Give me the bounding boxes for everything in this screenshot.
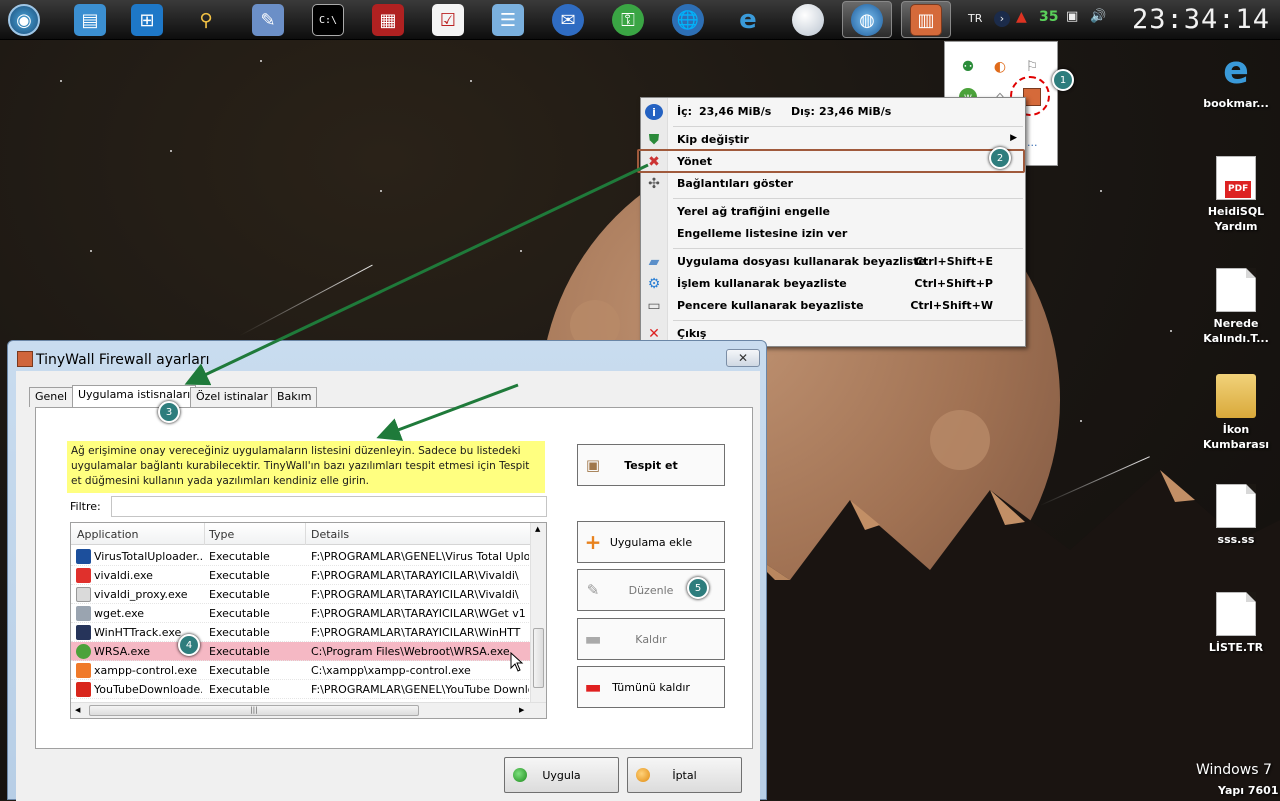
document-icon — [1216, 268, 1256, 312]
pdf-icon: PDF — [1216, 156, 1256, 200]
step-marker: 3 — [158, 401, 180, 423]
step-marker: 2 — [989, 147, 1011, 169]
arrow-to-hint — [376, 383, 519, 441]
step-marker: 4 — [178, 634, 200, 656]
desktop-icon[interactable]: Nerede Kalındı.T... — [1196, 268, 1276, 346]
arrow-to-tab — [184, 163, 649, 386]
folder-icon — [1216, 374, 1256, 418]
annotation-arrows — [184, 163, 649, 441]
step-marker: 1 — [1052, 69, 1074, 91]
desktop-icon-label: İkon Kumbarası — [1202, 423, 1270, 451]
desktop-icon-label: LİSTE.TR — [1208, 641, 1264, 654]
document-icon — [1216, 592, 1256, 636]
desktop-icon[interactable]: e bookmar... — [1196, 48, 1276, 111]
desktop-icon[interactable]: İkon Kumbarası — [1196, 374, 1276, 452]
ie-icon: e — [1223, 48, 1249, 92]
desktop-icon[interactable]: PDF HeidiSQL Yardım — [1196, 156, 1276, 234]
step-marker: 5 — [687, 577, 709, 599]
desktop-icon-label: sss.ss — [1217, 533, 1255, 546]
document-icon — [1216, 484, 1256, 528]
desktop-icon-label: HeidiSQL Yardım — [1207, 205, 1265, 233]
pdf-badge: PDF — [1225, 181, 1252, 198]
desktop-icon-label: bookmar... — [1203, 97, 1269, 110]
desktop-icon[interactable]: sss.ss — [1196, 484, 1276, 547]
os-build: Yapı 7601 — [1218, 784, 1279, 797]
desktop-icon[interactable]: LİSTE.TR — [1196, 592, 1276, 655]
desktop-icon-label: Nerede Kalındı.T... — [1203, 317, 1269, 345]
os-name: Windows 7 — [1196, 762, 1272, 778]
